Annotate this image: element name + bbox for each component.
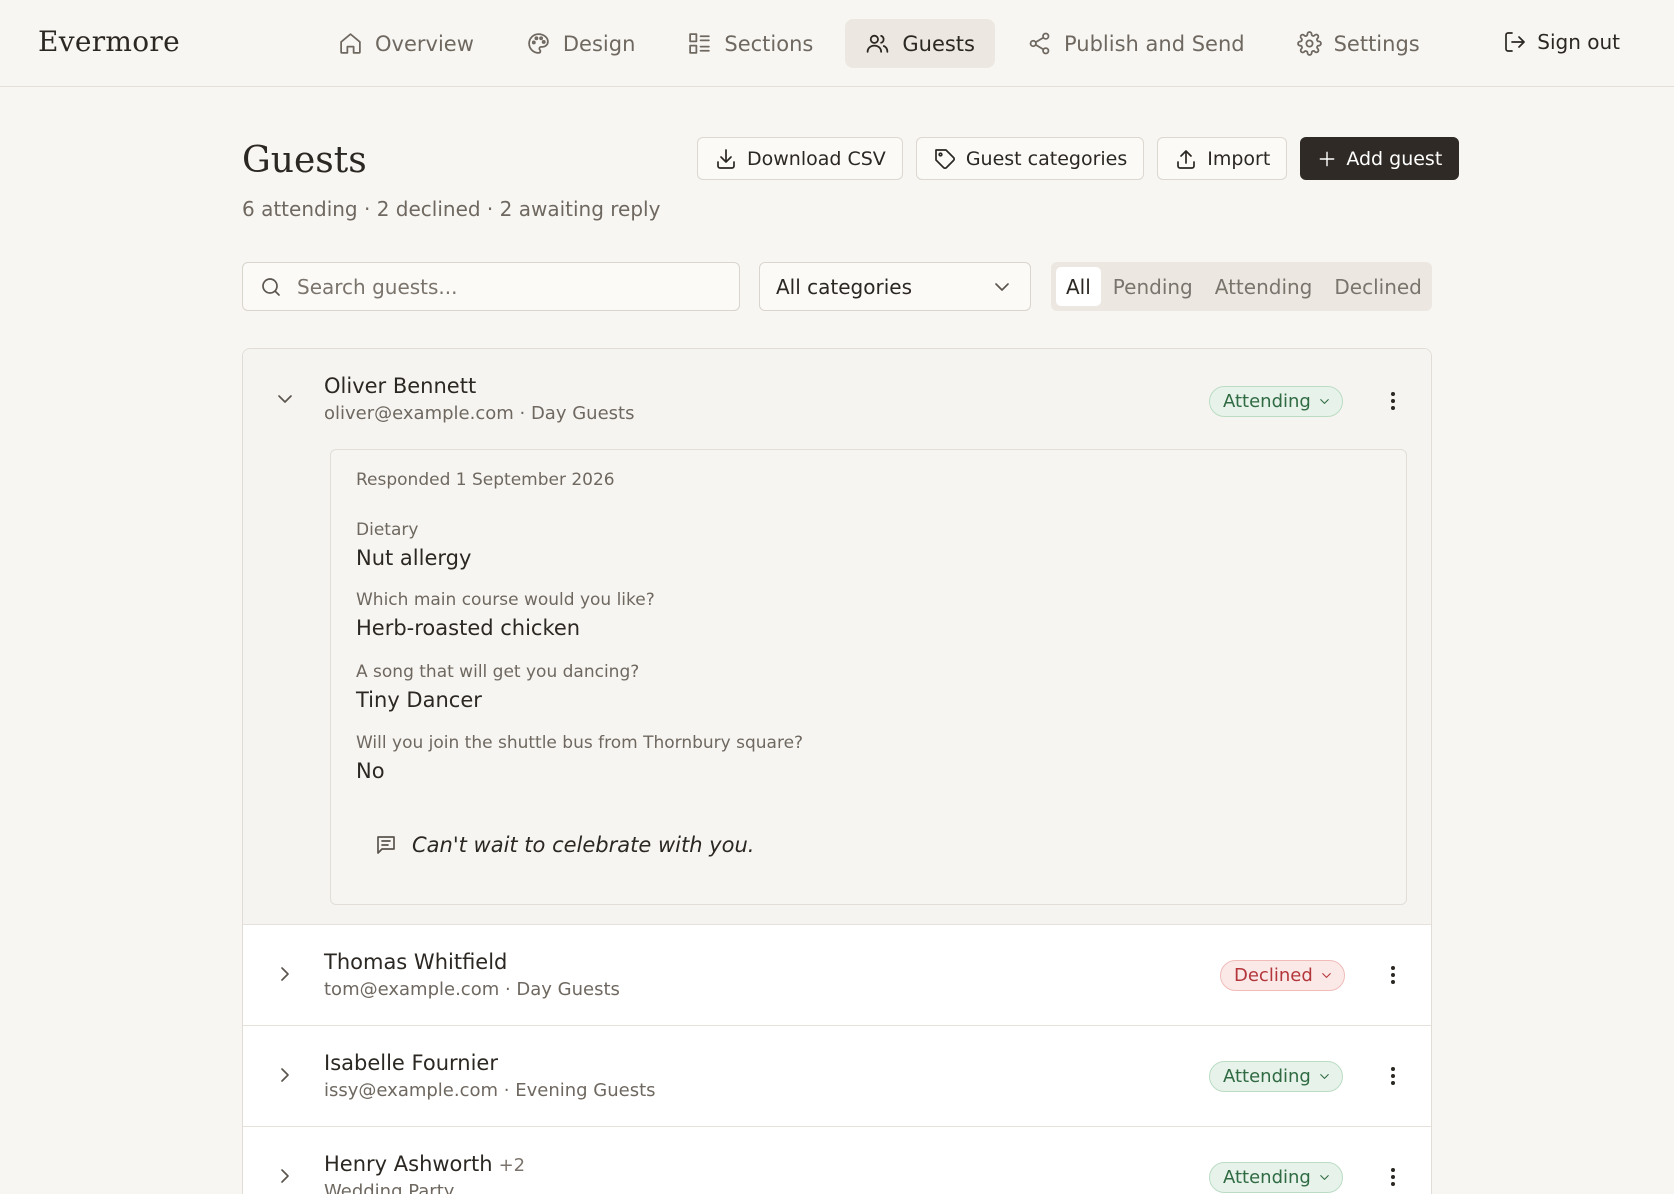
message-icon bbox=[374, 833, 398, 857]
status-badge-label: Attending bbox=[1223, 1167, 1311, 1188]
add-guest-label: Add guest bbox=[1346, 147, 1443, 170]
users-icon bbox=[865, 31, 890, 56]
question-label: A song that will get you dancing? bbox=[356, 662, 640, 682]
chevron-down-icon bbox=[1317, 394, 1332, 409]
nav-design-label: Design bbox=[562, 31, 636, 56]
chevron-down-icon bbox=[1319, 968, 1334, 983]
guest-message: Can't wait to celebrate with you. bbox=[374, 833, 754, 857]
import-button[interactable]: Import bbox=[1157, 137, 1288, 180]
more-options-icon[interactable] bbox=[1381, 963, 1405, 987]
nav-publish-label: Publish and Send bbox=[1063, 31, 1245, 56]
chevron-right-icon[interactable] bbox=[273, 1164, 297, 1188]
answer-value: Tiny Dancer bbox=[356, 688, 482, 712]
more-options-icon[interactable] bbox=[1381, 389, 1405, 413]
nav-design[interactable]: Design bbox=[506, 19, 656, 68]
rsvp-details-panel: Responded 1 September 2026 Dietary Nut a… bbox=[330, 449, 1407, 905]
question-label: Will you join the shuttle bus from Thorn… bbox=[356, 733, 804, 753]
guest-email-category: issy@example.com · Evening Guests bbox=[324, 1080, 656, 1101]
sign-out-icon bbox=[1503, 30, 1527, 54]
import-label: Import bbox=[1207, 147, 1271, 170]
chevron-down-icon bbox=[1317, 1069, 1332, 1084]
guest-row[interactable]: Oliver Bennett oliver@example.com · Day … bbox=[243, 349, 1431, 925]
nav-overview[interactable]: Overview bbox=[318, 19, 494, 68]
chevron-down-icon bbox=[1317, 1170, 1332, 1185]
answer-value: No bbox=[356, 759, 385, 783]
status-badge[interactable]: Declined bbox=[1220, 960, 1345, 991]
nav-guests-label: Guests bbox=[902, 31, 975, 56]
tab-pending[interactable]: Pending bbox=[1103, 267, 1203, 306]
upload-icon bbox=[1174, 147, 1198, 171]
guest-category: Wedding Party bbox=[324, 1181, 455, 1194]
status-badge[interactable]: Attending bbox=[1209, 1162, 1343, 1193]
nav-publish-and-send[interactable]: Publish and Send bbox=[1007, 19, 1265, 68]
sign-out-label: Sign out bbox=[1537, 30, 1620, 54]
download-csv-label: Download CSV bbox=[747, 147, 886, 170]
guest-email-category: oliver@example.com · Day Guests bbox=[324, 403, 635, 424]
brand-logo[interactable]: Evermore bbox=[38, 25, 180, 58]
tab-declined[interactable]: Declined bbox=[1324, 267, 1432, 306]
tab-all[interactable]: All bbox=[1056, 267, 1101, 306]
sign-out-button[interactable]: Sign out bbox=[1503, 30, 1620, 54]
chevron-right-icon[interactable] bbox=[273, 1063, 297, 1087]
share-icon bbox=[1027, 31, 1052, 56]
guest-list: Oliver Bennett oliver@example.com · Day … bbox=[242, 348, 1432, 1194]
search-icon bbox=[259, 275, 283, 299]
plus-ones-count: +2 bbox=[498, 1155, 526, 1176]
top-navigation-bar: Evermore Overview Design Sections Guests bbox=[0, 0, 1674, 87]
header-actions: Download CSV Guest categories Import Add… bbox=[697, 137, 1460, 180]
main-nav: Overview Design Sections Guests Publish … bbox=[318, 19, 1440, 68]
rsvp-summary: 6 attending · 2 declined · 2 awaiting re… bbox=[242, 197, 661, 221]
category-select[interactable]: All categories bbox=[759, 262, 1031, 311]
nav-overview-label: Overview bbox=[375, 31, 474, 56]
status-badge[interactable]: Attending bbox=[1209, 386, 1343, 417]
answer-value: Nut allergy bbox=[356, 546, 472, 570]
answer-value: Herb-roasted chicken bbox=[356, 616, 581, 640]
guest-categories-label: Guest categories bbox=[965, 147, 1128, 170]
plus-icon bbox=[1317, 149, 1337, 169]
guest-row[interactable]: Thomas Whitfield tom@example.com · Day G… bbox=[243, 925, 1431, 1026]
question-label: Which main course would you like? bbox=[356, 590, 655, 610]
search-input[interactable] bbox=[297, 274, 697, 299]
status-badge-label: Declined bbox=[1234, 965, 1313, 986]
chevron-right-icon[interactable] bbox=[273, 962, 297, 986]
guest-name: Thomas Whitfield bbox=[324, 950, 508, 974]
download-csv-button[interactable]: Download CSV bbox=[697, 137, 903, 180]
status-badge[interactable]: Attending bbox=[1209, 1061, 1343, 1092]
guest-email-category: tom@example.com · Day Guests bbox=[324, 979, 620, 1000]
nav-sections[interactable]: Sections bbox=[667, 19, 833, 68]
gear-icon bbox=[1296, 31, 1322, 56]
sections-icon bbox=[687, 31, 712, 56]
more-options-icon[interactable] bbox=[1381, 1165, 1405, 1189]
responded-date: Responded 1 September 2026 bbox=[356, 470, 615, 490]
nav-sections-label: Sections bbox=[724, 31, 814, 56]
guest-message-text: Can't wait to celebrate with you. bbox=[412, 833, 755, 857]
add-guest-button[interactable]: Add guest bbox=[1300, 137, 1460, 180]
nav-settings[interactable]: Settings bbox=[1277, 19, 1440, 68]
guest-row[interactable]: Henry Ashworth +2 Wedding Party Attending bbox=[243, 1127, 1431, 1194]
status-badge-label: Attending bbox=[1223, 391, 1311, 412]
guest-name-text: Henry Ashworth bbox=[324, 1152, 493, 1176]
guest-categories-button[interactable]: Guest categories bbox=[915, 137, 1145, 180]
chevron-down-icon bbox=[990, 275, 1014, 299]
search-box[interactable] bbox=[242, 262, 740, 311]
guest-name: Henry Ashworth +2 bbox=[324, 1152, 525, 1176]
question-label: Dietary bbox=[356, 520, 419, 540]
guest-row[interactable]: Isabelle Fournier issy@example.com · Eve… bbox=[243, 1026, 1431, 1127]
more-options-icon[interactable] bbox=[1381, 1064, 1405, 1088]
chevron-down-icon[interactable] bbox=[273, 387, 297, 411]
category-select-value: All categories bbox=[776, 274, 912, 299]
status-filter-tabs: All Pending Attending Declined bbox=[1051, 262, 1432, 311]
nav-guests[interactable]: Guests bbox=[845, 19, 995, 68]
guest-name: Oliver Bennett bbox=[324, 374, 477, 398]
download-icon bbox=[714, 147, 738, 171]
nav-settings-label: Settings bbox=[1333, 31, 1420, 56]
palette-icon bbox=[526, 31, 551, 56]
home-icon bbox=[338, 31, 363, 56]
status-badge-label: Attending bbox=[1223, 1066, 1311, 1087]
tag-icon bbox=[933, 147, 957, 171]
guest-name: Isabelle Fournier bbox=[324, 1051, 498, 1075]
page-title: Guests bbox=[242, 140, 367, 181]
tab-attending[interactable]: Attending bbox=[1205, 267, 1323, 306]
